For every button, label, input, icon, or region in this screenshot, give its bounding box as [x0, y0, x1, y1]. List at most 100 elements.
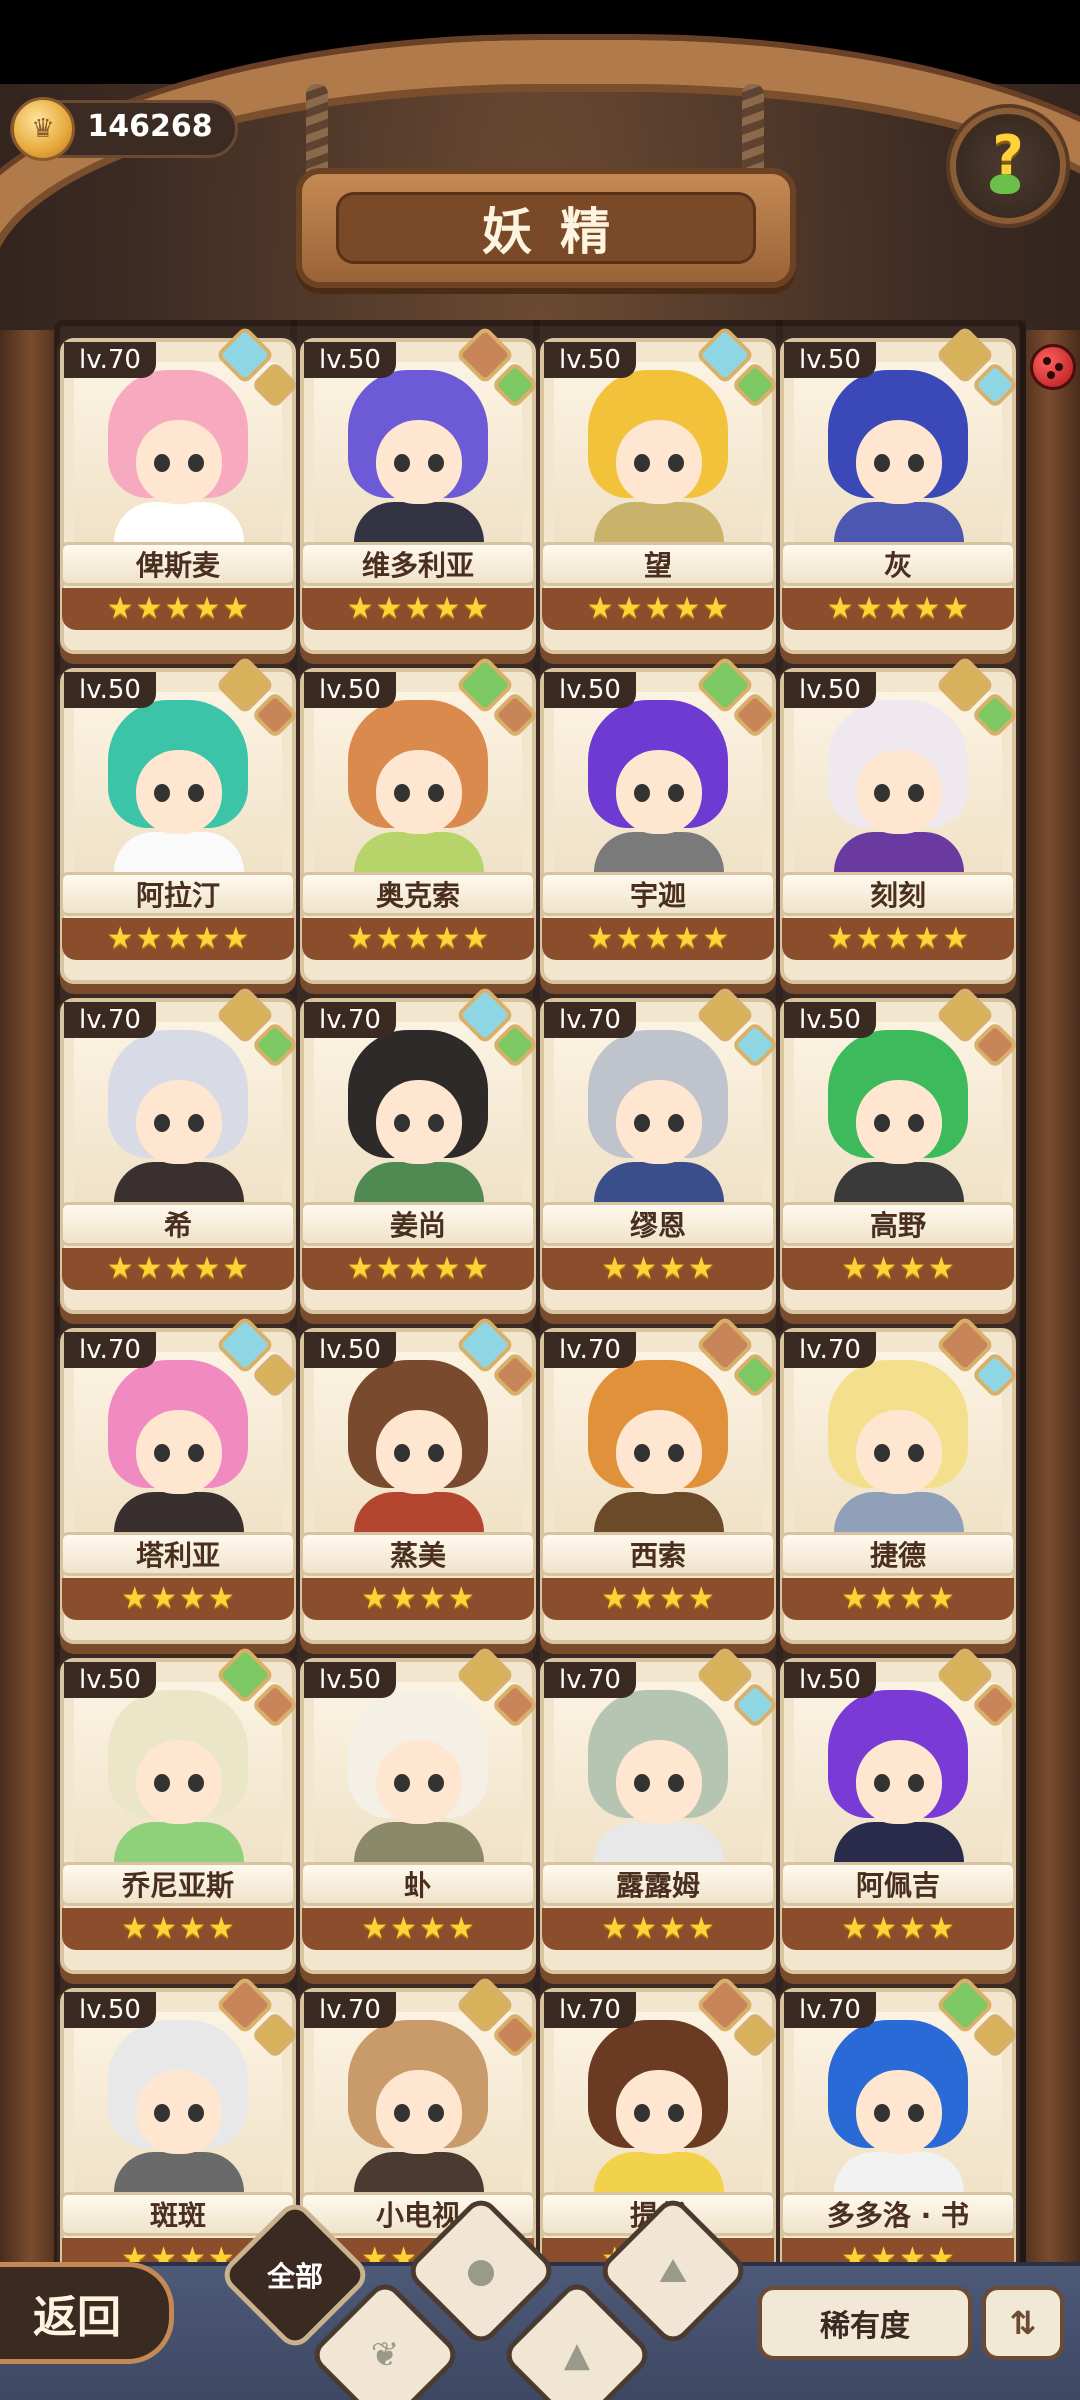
star-icon: ★: [222, 921, 250, 956]
star-icon: ★: [375, 921, 403, 956]
fairy-level: lv.70: [64, 1002, 156, 1038]
help-button[interactable]: ?: [950, 108, 1066, 224]
star-icon: ★: [375, 591, 403, 626]
fairy-card[interactable]: lv.70 俾斯麦 ★ ★ ★ ★ ★: [60, 325, 300, 654]
filter-all-label: 全部: [266, 2260, 323, 2293]
fairy-card[interactable]: lv.70 缪恩 ★ ★ ★ ★: [540, 985, 780, 1314]
rarity-sort-button[interactable]: 稀有度: [758, 2286, 972, 2360]
fairy-card[interactable]: lv.70 塔利亚 ★ ★ ★ ★: [60, 1315, 300, 1644]
star-icon: ★: [586, 591, 614, 626]
star-rating: ★ ★ ★ ★ ★: [782, 588, 1014, 630]
fairy-level: lv.70: [64, 342, 156, 378]
fairy-portrait: [74, 692, 282, 890]
star-icon: ★: [361, 1581, 389, 1616]
star-rating: ★★★★: [302, 1908, 534, 1950]
star-icon: ★: [121, 1911, 149, 1946]
fairy-level: lv.50: [304, 342, 396, 378]
portrait-face: [376, 2070, 462, 2154]
page-title: 妖精: [336, 192, 756, 264]
fairy-portrait: [74, 1022, 282, 1220]
fairy-card[interactable]: lv.50 宇迦 ★ ★ ★ ★ ★: [540, 655, 780, 984]
fairy-card[interactable]: lv.50 阿拉汀 ★ ★ ★ ★ ★: [60, 655, 300, 984]
fairy-card[interactable]: lv.50 灰 ★ ★ ★ ★ ★: [780, 325, 1020, 654]
portrait-eye: [874, 2104, 890, 2122]
fairy-name: 灰: [780, 542, 1016, 586]
fairy-portrait: [794, 692, 1002, 890]
fairy-portrait: [554, 362, 762, 560]
portrait-eye: [394, 2104, 410, 2122]
fairy-card[interactable]: lv.70 西索 ★ ★ ★ ★: [540, 1315, 780, 1644]
portrait-face: [136, 1410, 222, 1494]
star-icon: ★: [870, 1581, 897, 1616]
star-icon: ★: [644, 591, 672, 626]
fairy-card[interactable]: lv.50 高野 ★ ★ ★ ★: [780, 985, 1020, 1314]
star-icon: ★: [899, 1911, 926, 1946]
fairy-card[interactable]: lv.70 露露姆 ★ ★ ★ ★: [540, 1645, 780, 1974]
star-icon: ★: [601, 1581, 629, 1616]
fairy-portrait: [794, 1022, 1002, 1220]
fairy-card[interactable]: lv.70 姜尚 ★ ★ ★ ★ ★: [300, 985, 540, 1314]
ladybug-icon[interactable]: [1030, 344, 1076, 390]
portrait-eye: [634, 1114, 650, 1132]
star-icon: ★: [615, 921, 643, 956]
star-icon: ★: [913, 921, 941, 956]
star-icon: ★: [433, 591, 461, 626]
star-icon: ★: [164, 921, 192, 956]
portrait-eye: [154, 784, 170, 802]
back-button[interactable]: 返回: [0, 2262, 174, 2364]
fairy-card[interactable]: lv.50 刻刻 ★ ★ ★ ★ ★: [780, 655, 1020, 984]
fairy-card[interactable]: lv.50 乔尼亚斯 ★ ★ ★ ★: [60, 1645, 300, 1974]
fairy-card[interactable]: lv.50 虲 ★ ★ ★ ★: [300, 1645, 540, 1974]
fairy-card[interactable]: lv.50 望 ★ ★ ★ ★ ★: [540, 325, 780, 654]
portrait-eye: [428, 1774, 444, 1792]
fairy-portrait: [794, 2012, 1002, 2210]
star-icon: ★: [106, 921, 134, 956]
star-icon: ★: [899, 1251, 926, 1286]
fairy-level: lv.50: [544, 672, 636, 708]
star-icon: ★: [222, 1251, 250, 1286]
star-icon: ★: [346, 921, 374, 956]
portrait-face: [616, 750, 702, 834]
star-icon: ★: [390, 1581, 417, 1616]
fairy-name: 乔尼亚斯: [60, 1862, 296, 1906]
portrait-eye: [634, 1774, 650, 1792]
portrait-eye: [428, 454, 444, 472]
fairy-card[interactable]: lv.50 阿佩吉 ★ ★ ★ ★: [780, 1645, 1020, 1974]
portrait-eye: [428, 1444, 444, 1462]
coin-icon: ♛: [11, 97, 75, 161]
portrait-face: [856, 1740, 942, 1824]
fairy-card[interactable]: lv.70 多多洛 · 书 ★ ★ ★ ★: [780, 1975, 1020, 2304]
star-rating: ★ ★ ★ ★ ★: [542, 588, 774, 630]
fairy-card[interactable]: lv.50 蒸美 ★ ★ ★ ★: [300, 1315, 540, 1644]
portrait-face: [856, 1080, 942, 1164]
star-icon: ★: [702, 921, 730, 956]
portrait-face: [616, 420, 702, 504]
fairy-name: 阿佩吉: [780, 1862, 1016, 1906]
portrait-eye: [874, 784, 890, 802]
star-icon: ★: [841, 1911, 869, 1946]
fairy-card[interactable]: lv.70 捷德 ★ ★ ★ ★: [780, 1315, 1020, 1644]
star-rating: ★★★★: [62, 1578, 294, 1620]
star-icon: ★: [447, 1581, 475, 1616]
star-icon: ★: [601, 1911, 629, 1946]
star-icon: ★: [179, 1911, 206, 1946]
fairy-card[interactable]: lv.50 维多利亚 ★ ★ ★ ★ ★: [300, 325, 540, 654]
star-icon: ★: [193, 921, 221, 956]
portrait-face: [136, 420, 222, 504]
star-icon: ★: [164, 1251, 192, 1286]
star-icon: ★: [630, 1581, 657, 1616]
portrait-eye: [188, 2104, 204, 2122]
star-icon: ★: [207, 1581, 235, 1616]
portrait-eye: [874, 1114, 890, 1132]
portrait-eye: [154, 1114, 170, 1132]
fairy-name: 缪恩: [540, 1202, 776, 1246]
fairy-card[interactable]: lv.70 希 ★ ★ ★ ★ ★: [60, 985, 300, 1314]
star-icon: ★: [884, 921, 912, 956]
portrait-eye: [908, 784, 924, 802]
fairy-card[interactable]: lv.50 奥克索 ★ ★ ★ ★ ★: [300, 655, 540, 984]
fairy-name: 希: [60, 1202, 296, 1246]
star-icon: ★: [135, 921, 163, 956]
star-icon: ★: [927, 1911, 955, 1946]
fairy-name: 高野: [780, 1202, 1016, 1246]
sort-order-icon[interactable]: ⇅: [982, 2286, 1064, 2360]
